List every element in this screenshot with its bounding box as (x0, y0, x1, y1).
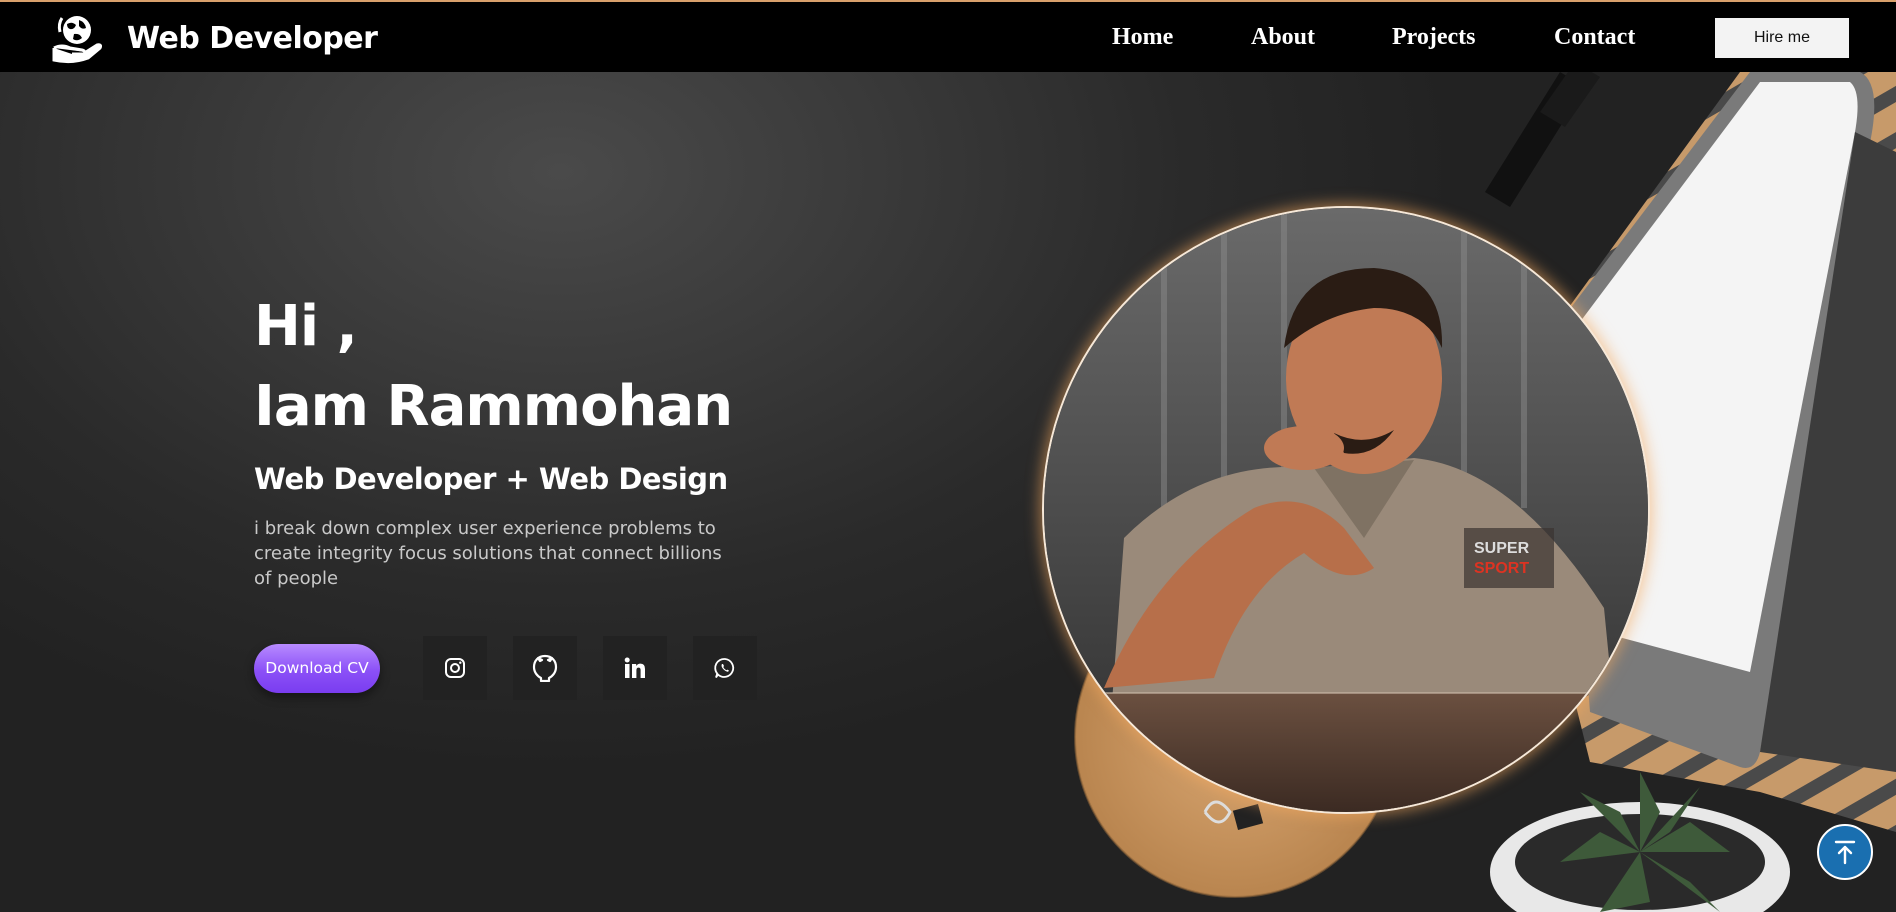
greeting-text: Hi , (254, 294, 358, 359)
whatsapp-icon (714, 658, 735, 678)
svg-text:SUPER: SUPER (1474, 540, 1530, 557)
hire-me-button[interactable]: Hire me (1715, 18, 1849, 58)
download-cv-button[interactable]: Download CV (254, 644, 380, 693)
brand-title[interactable]: Web Developer (127, 21, 378, 56)
globe-in-hand-icon[interactable] (52, 12, 102, 64)
github-link[interactable] (513, 636, 577, 700)
nav-about[interactable]: About (1251, 24, 1315, 51)
nav-home[interactable]: Home (1112, 24, 1173, 51)
person-portrait-icon: SUPER SPORT (1044, 208, 1648, 812)
hero-name: Iam Rammohan (254, 374, 733, 439)
nav-contact[interactable]: Contact (1554, 24, 1635, 51)
instagram-link[interactable] (423, 636, 487, 700)
whatsapp-link[interactable] (693, 636, 757, 700)
linkedin-link[interactable] (603, 636, 667, 700)
github-icon (532, 654, 558, 682)
nav-projects[interactable]: Projects (1392, 24, 1476, 51)
hero-role: Web Developer + Web Design (254, 462, 728, 496)
linkedin-icon (624, 657, 645, 678)
hero-description: i break down complex user experience pro… (254, 518, 722, 589)
instagram-icon (445, 658, 465, 678)
profile-photo: SUPER SPORT (1042, 206, 1650, 814)
svg-text:SPORT: SPORT (1474, 560, 1529, 577)
navbar: Web Developer Home About Projects Contac… (0, 2, 1896, 72)
arrow-up-to-top-icon (1834, 840, 1856, 865)
scroll-to-top-button[interactable] (1817, 824, 1873, 880)
